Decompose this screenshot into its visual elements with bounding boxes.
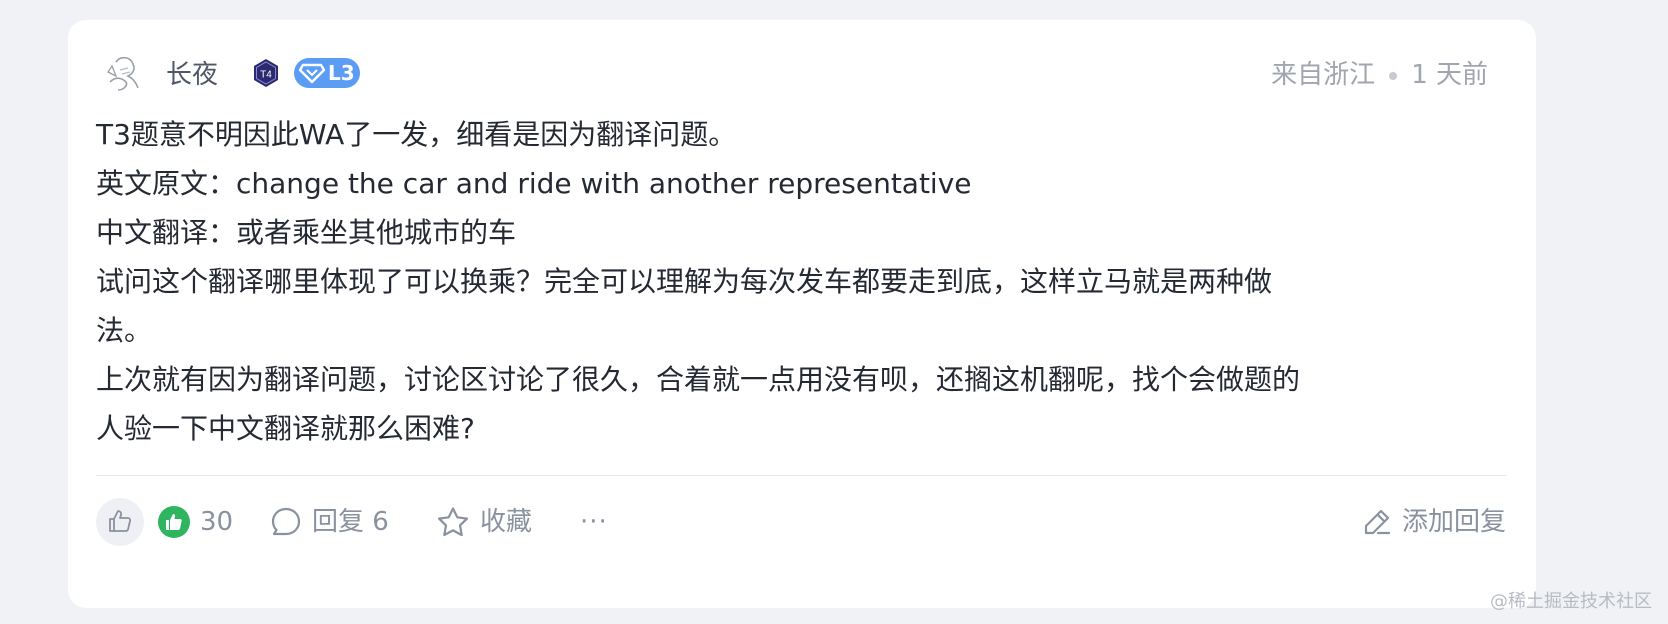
level-badge[interactable]: L3 [294, 58, 360, 88]
comment-line: T3题意不明因此WA了一发，细看是因为翻译问题。 [96, 118, 737, 151]
add-reply-button[interactable]: 添加回复 [1362, 506, 1506, 538]
comment-body: T3题意不明因此WA了一发，细看是因为翻译问题。 英文原文：change the… [96, 110, 1418, 453]
comment-bubble-icon [271, 507, 301, 536]
comment-header: 长夜 T4 L3 来自浙江 1 天前 [102, 50, 1502, 102]
like-count[interactable]: 30 [158, 506, 233, 538]
thumbs-up-icon [109, 510, 132, 532]
hexagon-badge-icon[interactable]: T4 [252, 58, 280, 88]
favorite-label: 收藏 [480, 507, 533, 537]
reply-label: 回复 6 [312, 507, 389, 537]
comment-line: 英文原文：change the car and ride with anothe… [96, 167, 972, 200]
level-badge-text: L3 [328, 61, 355, 85]
comment-line: 法。 [96, 314, 153, 347]
separator-dot [1389, 71, 1398, 80]
action-bar: 30 回复 6 收藏 ··· 添加回复 [96, 498, 1506, 546]
favorite-button[interactable]: 收藏 [436, 506, 532, 538]
comment-card: 长夜 T4 L3 来自浙江 1 天前 T3题意不明因此WA了一发，细看是因为翻译问… [68, 20, 1536, 608]
comment-line: 人验一下中文翻译就那么困难? [96, 412, 475, 445]
comment-line: 上次就有因为翻译问题，讨论区讨论了很久，合着就一点用没有呗，还搁这机翻呢，找个会… [96, 363, 1301, 396]
watermark-text: @稀土掘金技术社区 [1490, 591, 1652, 612]
pencil-icon [1364, 509, 1391, 535]
add-reply-label: 添加回复 [1401, 507, 1506, 537]
timestamp-text: 1 天前 [1411, 60, 1488, 90]
avatar[interactable] [102, 52, 146, 96]
reply-button[interactable]: 回复 6 [270, 506, 389, 538]
location-text: 来自浙江 [1271, 60, 1376, 90]
divider [96, 475, 1506, 476]
thumbs-up-filled-icon [158, 506, 190, 538]
star-icon [437, 507, 469, 537]
author-name[interactable]: 长夜 [166, 58, 218, 92]
like-count-text: 30 [200, 507, 234, 537]
diamond-icon [298, 63, 326, 84]
more-options-button[interactable]: ··· [580, 506, 608, 538]
comment-meta: 来自浙江 1 天前 [1271, 58, 1488, 92]
comment-line: 中文翻译：或者乘坐其他城市的车 [96, 216, 517, 249]
comment-line: 试问这个翻译哪里体现了可以换乘？完全可以理解为每次发车都要走到底，这样立马就是两… [96, 265, 1273, 298]
like-button[interactable] [96, 498, 144, 546]
hex-badge-text: T4 [260, 70, 272, 81]
